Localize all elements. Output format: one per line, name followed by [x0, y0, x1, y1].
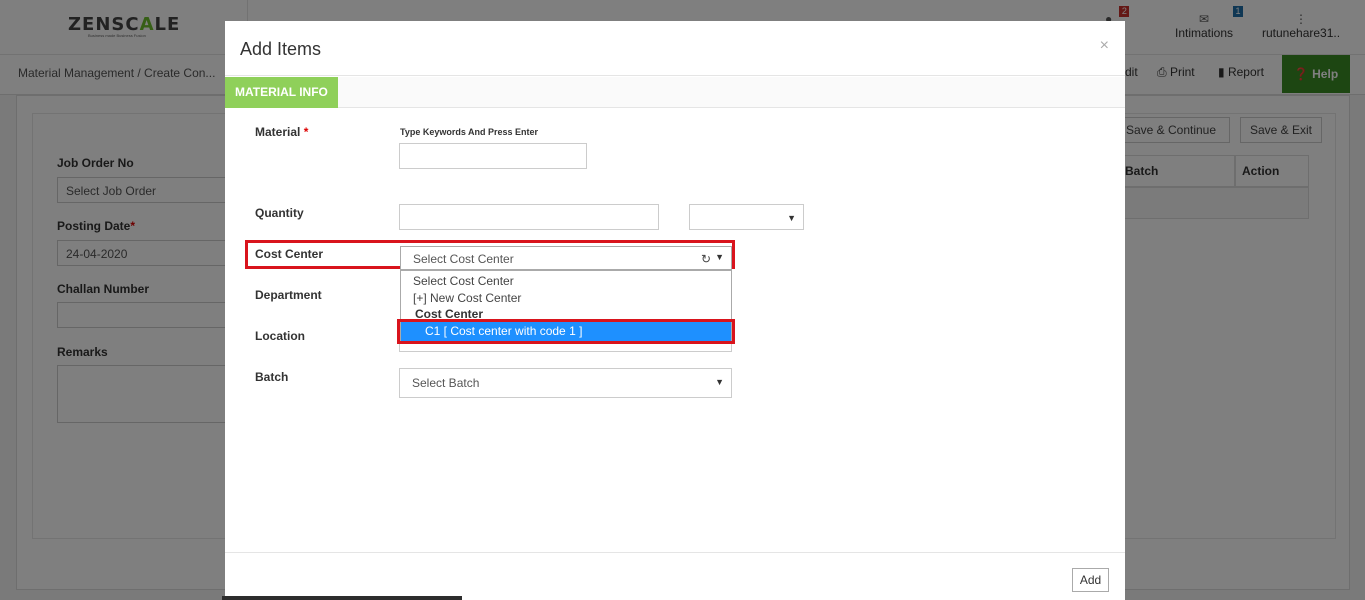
add-items-modal: Add Items × MATERIAL INFO Material * Typ… — [225, 21, 1125, 600]
batch-label: Batch — [255, 370, 289, 384]
modal-footer-divider — [225, 552, 1125, 553]
modal-title: Add Items — [240, 39, 322, 59]
selected-option-highlight — [397, 319, 735, 344]
taskbar-strip — [222, 596, 462, 600]
modal-header: Add Items × — [225, 21, 1125, 76]
batch-select[interactable]: Select Batch ▼ — [399, 368, 732, 398]
quantity-input[interactable] — [399, 204, 659, 230]
dropdown-option-new[interactable]: [+] New Cost Center — [413, 291, 521, 305]
chevron-down-icon: ▼ — [787, 213, 796, 223]
material-hint: Type Keywords And Press Enter — [400, 127, 539, 137]
add-button[interactable]: Add — [1072, 568, 1109, 592]
modal-tabs: MATERIAL INFO — [225, 77, 1125, 108]
chevron-down-icon: ▼ — [715, 377, 724, 387]
quantity-label: Quantity — [255, 206, 304, 220]
chevron-down-icon: ▼ — [715, 252, 724, 262]
cost-center-select[interactable]: Select Cost Center ↻ ▼ — [400, 246, 732, 270]
dropdown-option-placeholder[interactable]: Select Cost Center — [413, 274, 514, 288]
refresh-icon[interactable]: ↻ — [701, 252, 711, 266]
material-input[interactable] — [399, 143, 587, 169]
material-label: Material * — [255, 125, 309, 139]
department-label: Department — [255, 288, 322, 302]
close-icon[interactable]: × — [1100, 37, 1109, 55]
tab-material-info[interactable]: MATERIAL INFO — [225, 77, 338, 108]
unit-select[interactable]: ▼ — [689, 204, 804, 230]
location-label: Location — [255, 329, 305, 343]
